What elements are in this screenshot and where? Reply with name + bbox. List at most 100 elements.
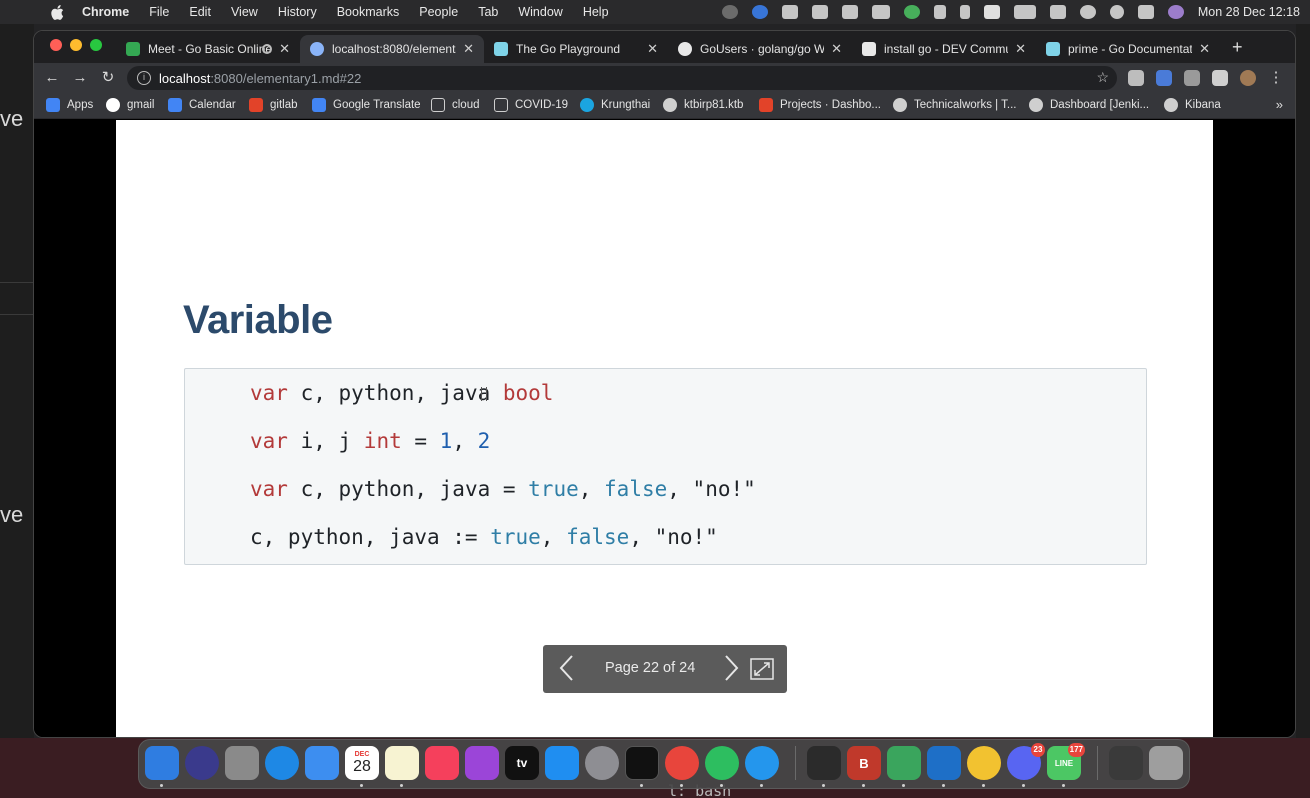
site-info-icon[interactable]: i	[137, 71, 151, 85]
next-slide-icon[interactable]	[719, 652, 743, 684]
siri-icon[interactable]	[185, 746, 219, 780]
chrome-icon[interactable]	[665, 746, 699, 780]
music-icon[interactable]	[425, 746, 459, 780]
app-store-icon[interactable]	[545, 746, 579, 780]
bookmark-ktbirp81[interactable]: ktbirp81.ktb	[663, 98, 743, 112]
apple-logo-icon[interactable]	[48, 3, 66, 21]
close-tab-icon[interactable]: ✕	[279, 41, 290, 57]
profile-avatar[interactable]	[1240, 70, 1256, 86]
bookmark-cloud[interactable]: cloud	[431, 98, 480, 112]
menubar-file[interactable]: File	[149, 5, 169, 19]
translate-extension-icon[interactable]	[1156, 70, 1172, 86]
minimize-window-button[interactable]	[70, 39, 82, 51]
minimized-window-thumbnail[interactable]	[1109, 746, 1143, 780]
menubar-tab[interactable]: Tab	[478, 5, 498, 19]
line-status-icon[interactable]	[903, 5, 920, 19]
apple-tv-icon[interactable]: tv	[505, 746, 539, 780]
battery-icon[interactable]	[1013, 5, 1036, 19]
zoom-window-button[interactable]	[90, 39, 102, 51]
record-status-icon[interactable]	[721, 5, 738, 19]
folder-icon	[494, 98, 508, 112]
bear-app-icon[interactable]: B	[847, 746, 881, 780]
control-center-icon[interactable]	[1137, 5, 1154, 19]
menubar-view[interactable]: View	[231, 5, 258, 19]
close-tab-icon[interactable]: ✕	[831, 41, 842, 57]
bookmark-projects-dashboard[interactable]: Projects · Dashbo...	[759, 98, 881, 112]
bookmark-gmail[interactable]: gmail	[106, 98, 154, 112]
menubar-history[interactable]: History	[278, 5, 317, 19]
menubar-edit[interactable]: Edit	[189, 5, 211, 19]
presenter-icon[interactable]	[887, 746, 921, 780]
dock-separator	[795, 746, 796, 780]
extensions-puzzle-icon[interactable]	[1212, 70, 1228, 86]
istat-icon[interactable]	[781, 5, 798, 19]
discord-icon[interactable]: 23	[1007, 743, 1045, 780]
tab-go-documentation[interactable]: prime - Go Documentation ✕	[1036, 35, 1220, 63]
pin-icon[interactable]	[933, 5, 946, 19]
sourcetree-icon[interactable]	[807, 746, 841, 780]
mail-icon[interactable]	[305, 746, 339, 780]
calendar-app-icon[interactable]: DEC 28	[345, 746, 379, 780]
reload-button[interactable]: ↻	[98, 68, 118, 88]
bluetooth-icon[interactable]	[959, 5, 970, 19]
bookmark-covid-19[interactable]: COVID-19	[494, 98, 568, 112]
bookmark-technicalworks[interactable]: Technicalworks | T...	[893, 98, 1016, 112]
tab-meet[interactable]: Meet - Go Basic Online ✕	[116, 35, 300, 63]
docker-icon[interactable]	[745, 746, 779, 780]
bookmark-gitlab[interactable]: gitlab	[249, 98, 298, 112]
google-drive-extension-icon[interactable]	[1128, 70, 1144, 86]
menubar-window[interactable]: Window	[518, 5, 562, 19]
trash-icon[interactable]	[1149, 746, 1183, 780]
bookmark-star-icon[interactable]: ☆	[1096, 69, 1109, 86]
system-preferences-icon[interactable]	[585, 746, 619, 780]
close-tab-icon[interactable]: ✕	[1199, 41, 1210, 57]
previous-slide-icon[interactable]	[555, 652, 579, 684]
activity-monitor-icon[interactable]	[751, 5, 768, 19]
vscode-icon[interactable]	[927, 746, 961, 780]
bookmark-calendar[interactable]: Calendar	[168, 98, 236, 112]
evernote-icon[interactable]	[705, 746, 739, 780]
bookmark-apps[interactable]: Apps	[46, 98, 93, 112]
safari-icon[interactable]	[265, 746, 299, 780]
menubar-people[interactable]: People	[419, 5, 458, 19]
bookmark-kibana[interactable]: Kibana	[1164, 98, 1221, 112]
evernote-status-icon[interactable]	[841, 5, 858, 19]
bookmark-google-translate[interactable]: Google Translate	[312, 98, 421, 112]
menubar-help[interactable]: Help	[583, 5, 609, 19]
tab-gousers-wiki[interactable]: GoUsers · golang/go Wiki ✕	[668, 35, 852, 63]
notes-icon[interactable]	[385, 746, 419, 780]
tab-go-playground[interactable]: The Go Playground ✕	[484, 35, 668, 63]
vpn-icon[interactable]	[811, 5, 828, 19]
monitor-app-icon[interactable]	[967, 746, 1001, 780]
finder-icon[interactable]	[145, 746, 179, 780]
forward-button[interactable]: →	[70, 68, 90, 88]
bookmarks-overflow-icon[interactable]: »	[1276, 97, 1283, 112]
menubar-app-name[interactable]: Chrome	[82, 5, 129, 19]
bookmark-jenkins-dashboard[interactable]: Dashboard [Jenki...	[1029, 98, 1149, 112]
input-source-icon[interactable]	[983, 5, 1000, 19]
menubar-bookmarks[interactable]: Bookmarks	[337, 5, 400, 19]
tab-localhost[interactable]: localhost:8080/elementary ✕	[300, 35, 484, 63]
siri-icon[interactable]	[1167, 5, 1184, 19]
close-tab-icon[interactable]: ✕	[647, 41, 658, 57]
tab-dev-community[interactable]: install go - DEV Community ✕	[852, 35, 1036, 63]
chrome-menu-icon[interactable]: ⋮	[1266, 68, 1286, 88]
terminal-icon[interactable]	[625, 746, 659, 780]
podcasts-icon[interactable]	[465, 746, 499, 780]
bookmark-krungthai[interactable]: Krungthai	[580, 98, 650, 112]
new-tab-button[interactable]: +	[1232, 37, 1243, 58]
address-bar[interactable]: i localhost:8080/elementary1.md#22 ☆	[127, 66, 1117, 90]
cast-extension-icon[interactable]	[1184, 70, 1200, 86]
wifi-icon[interactable]	[1049, 5, 1066, 19]
launchpad-icon[interactable]	[225, 746, 259, 780]
back-button[interactable]: ←	[42, 68, 62, 88]
menubar-clock[interactable]: Mon 28 Dec 12:18	[1198, 5, 1300, 19]
close-window-button[interactable]	[50, 39, 62, 51]
search-icon[interactable]	[1109, 5, 1124, 19]
glasses-icon[interactable]	[871, 5, 890, 19]
fullscreen-icon[interactable]	[750, 658, 774, 680]
user-account-icon[interactable]	[1079, 5, 1096, 19]
close-tab-icon[interactable]: ✕	[463, 41, 474, 57]
line-app-icon[interactable]: LINE 177	[1047, 743, 1085, 780]
close-tab-icon[interactable]: ✕	[1015, 41, 1026, 57]
